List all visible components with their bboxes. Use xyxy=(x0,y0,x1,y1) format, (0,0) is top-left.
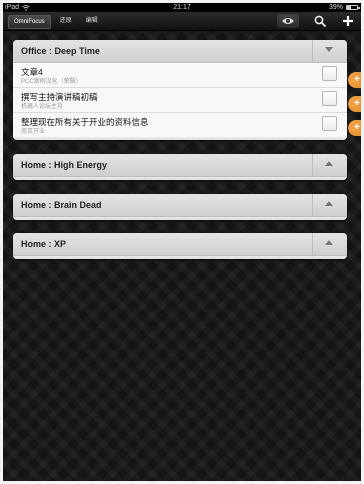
expand-arrow-icon[interactable] xyxy=(325,161,333,166)
status-right: 39% xyxy=(328,3,360,12)
context-group-home-xp: Home : XP xyxy=(13,233,347,259)
add-icon xyxy=(343,16,353,26)
status-bar: iPad 21:17 39% xyxy=(3,3,361,12)
header-divider xyxy=(312,194,313,216)
header-divider xyxy=(312,233,313,255)
task-row[interactable]: 撰写主持演讲稿初稿 机器人论坛主持 xyxy=(13,88,347,113)
status-time: 21:17 xyxy=(173,4,191,11)
context-group-home-high-energy: Home : High Energy xyxy=(13,154,347,180)
toolbar: OmniFocus 还原 编辑 xyxy=(3,12,361,31)
group-header[interactable]: Home : Brain Dead xyxy=(13,194,347,217)
expand-arrow-icon[interactable] xyxy=(325,240,333,245)
group-footer xyxy=(13,217,347,220)
quick-add-button[interactable]: + xyxy=(348,120,364,136)
tab-omnifocus[interactable]: OmniFocus xyxy=(8,15,51,29)
battery-percent: 39% xyxy=(328,4,343,11)
battery-icon xyxy=(346,5,360,10)
task-checkbox[interactable] xyxy=(322,91,337,106)
collapse-arrow-icon[interactable] xyxy=(325,47,333,52)
group-footer xyxy=(13,137,347,140)
view-button[interactable] xyxy=(277,14,299,28)
header-divider xyxy=(312,40,313,62)
plus-icon: + xyxy=(354,98,360,109)
add-button[interactable] xyxy=(341,14,355,28)
plus-icon: + xyxy=(354,74,360,85)
group-title: Home : Brain Dead xyxy=(21,200,102,210)
header-divider xyxy=(312,154,313,176)
search-icon xyxy=(314,15,326,27)
task-project: 机器人论坛主持 xyxy=(21,104,64,110)
task-checkbox[interactable] xyxy=(322,66,337,81)
group-footer xyxy=(13,256,347,259)
tab-edit[interactable]: 编辑 xyxy=(81,15,103,29)
context-group-home-brain-dead: Home : Brain Dead xyxy=(13,194,347,220)
task-project: PCC案例汉化（荣殷） xyxy=(21,79,82,85)
context-group-office-deep-time: Office : Deep Time 文章4 PCC案例汉化（荣殷） 撰写主持演… xyxy=(13,40,347,140)
expand-arrow-icon[interactable] xyxy=(325,201,333,206)
tab-restore[interactable]: 还原 xyxy=(55,15,77,29)
eye-icon xyxy=(282,18,294,24)
quick-add-button[interactable]: + xyxy=(348,96,364,112)
battery-fill xyxy=(347,6,351,9)
group-header[interactable]: Home : High Energy xyxy=(13,154,347,177)
toolbar-tabs: OmniFocus 还原 编辑 xyxy=(8,15,103,29)
group-title: Office : Deep Time xyxy=(21,46,100,56)
task-row[interactable]: 文章4 PCC案例汉化（荣殷） xyxy=(13,63,347,88)
task-row[interactable]: 整理现在所有关于开业的资料信息 南京开业 xyxy=(13,113,347,137)
search-button[interactable] xyxy=(313,14,327,28)
toolbar-actions xyxy=(277,14,355,28)
plus-icon: + xyxy=(354,122,360,133)
group-header[interactable]: Home : XP xyxy=(13,233,347,256)
group-title: Home : High Energy xyxy=(21,160,108,170)
group-title: Home : XP xyxy=(21,239,67,249)
quick-add-button[interactable]: + xyxy=(348,72,364,88)
group-footer xyxy=(13,177,347,180)
task-checkbox[interactable] xyxy=(322,116,337,131)
task-project: 南京开业 xyxy=(21,129,46,135)
group-header[interactable]: Office : Deep Time xyxy=(13,40,347,63)
